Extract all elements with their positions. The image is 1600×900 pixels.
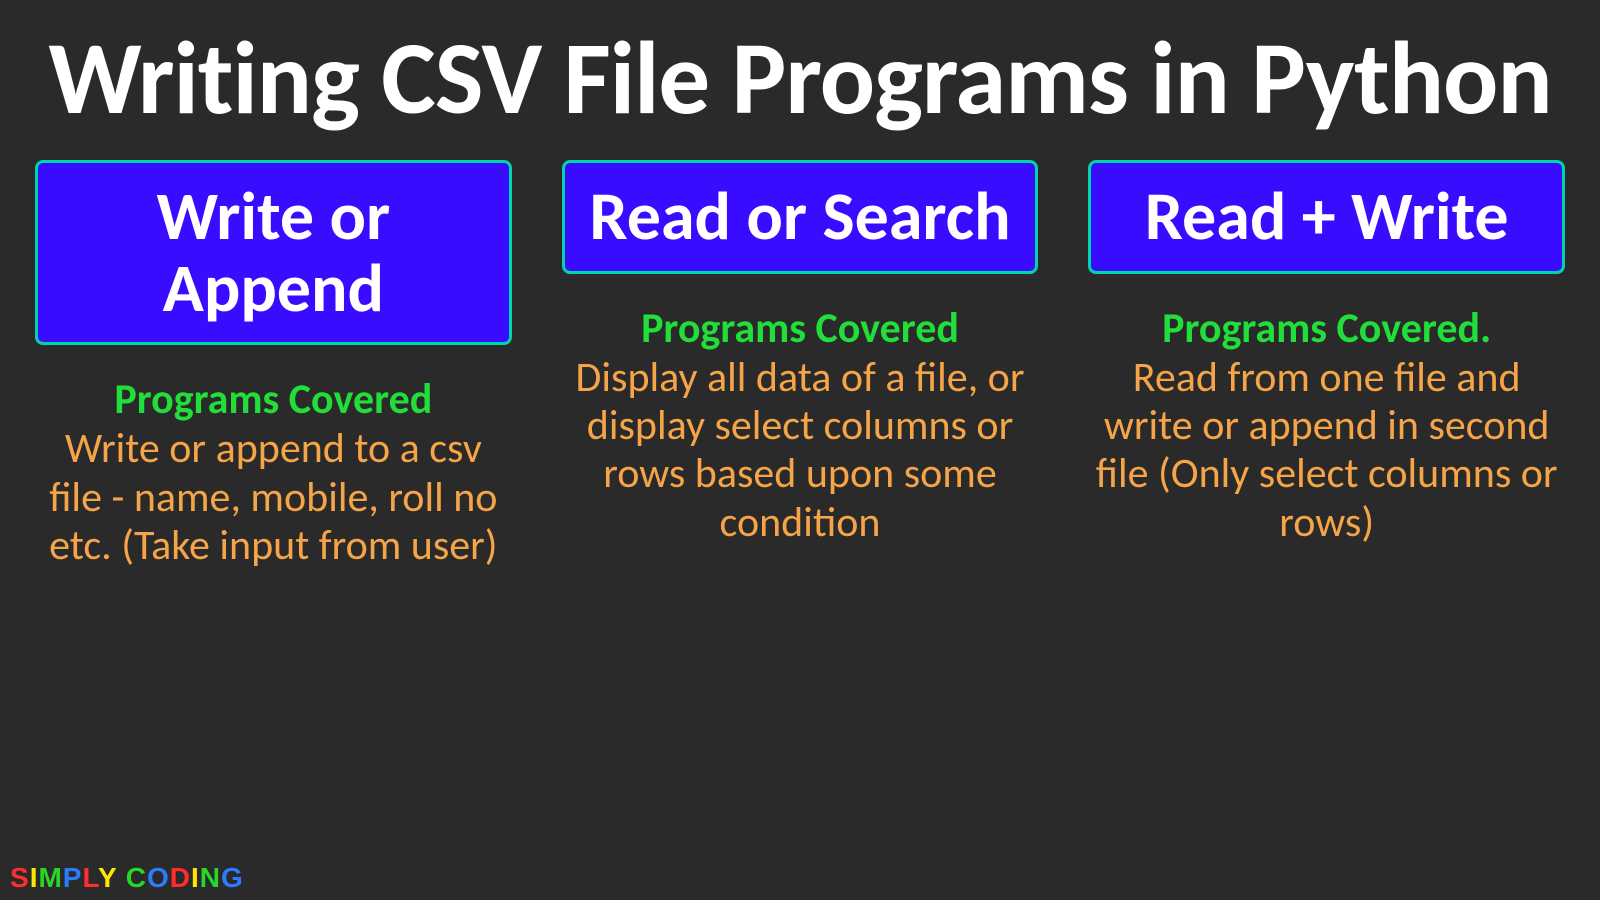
brand-logo: SIMPLYCODING <box>10 862 244 894</box>
description: Display all data of a file, or display s… <box>562 354 1039 547</box>
box-label: Read + Write <box>1101 181 1552 252</box>
column-read-search: Read or Search Programs Covered Display … <box>562 160 1039 570</box>
slide-title: Writing CSV File Programs in Python <box>0 0 1600 135</box>
column-write-append: Write or Append Programs Covered Write o… <box>35 160 512 570</box>
column-read-write: Read + Write Programs Covered. Read from… <box>1088 160 1565 570</box>
subhead: Programs Covered <box>641 306 959 352</box>
box-write-append: Write or Append <box>35 160 512 345</box>
description: Read from one file and write or append i… <box>1088 354 1565 547</box>
box-label: Read or Search <box>575 181 1026 252</box>
description: Write or append to a csv file - name, mo… <box>35 425 512 570</box>
box-read-write: Read + Write <box>1088 160 1565 273</box>
subhead: Programs Covered. <box>1162 306 1491 352</box>
subhead: Programs Covered <box>114 377 432 423</box>
box-label: Write or Append <box>48 181 499 324</box>
columns-container: Write or Append Programs Covered Write o… <box>0 135 1600 570</box>
box-read-search: Read or Search <box>562 160 1039 273</box>
